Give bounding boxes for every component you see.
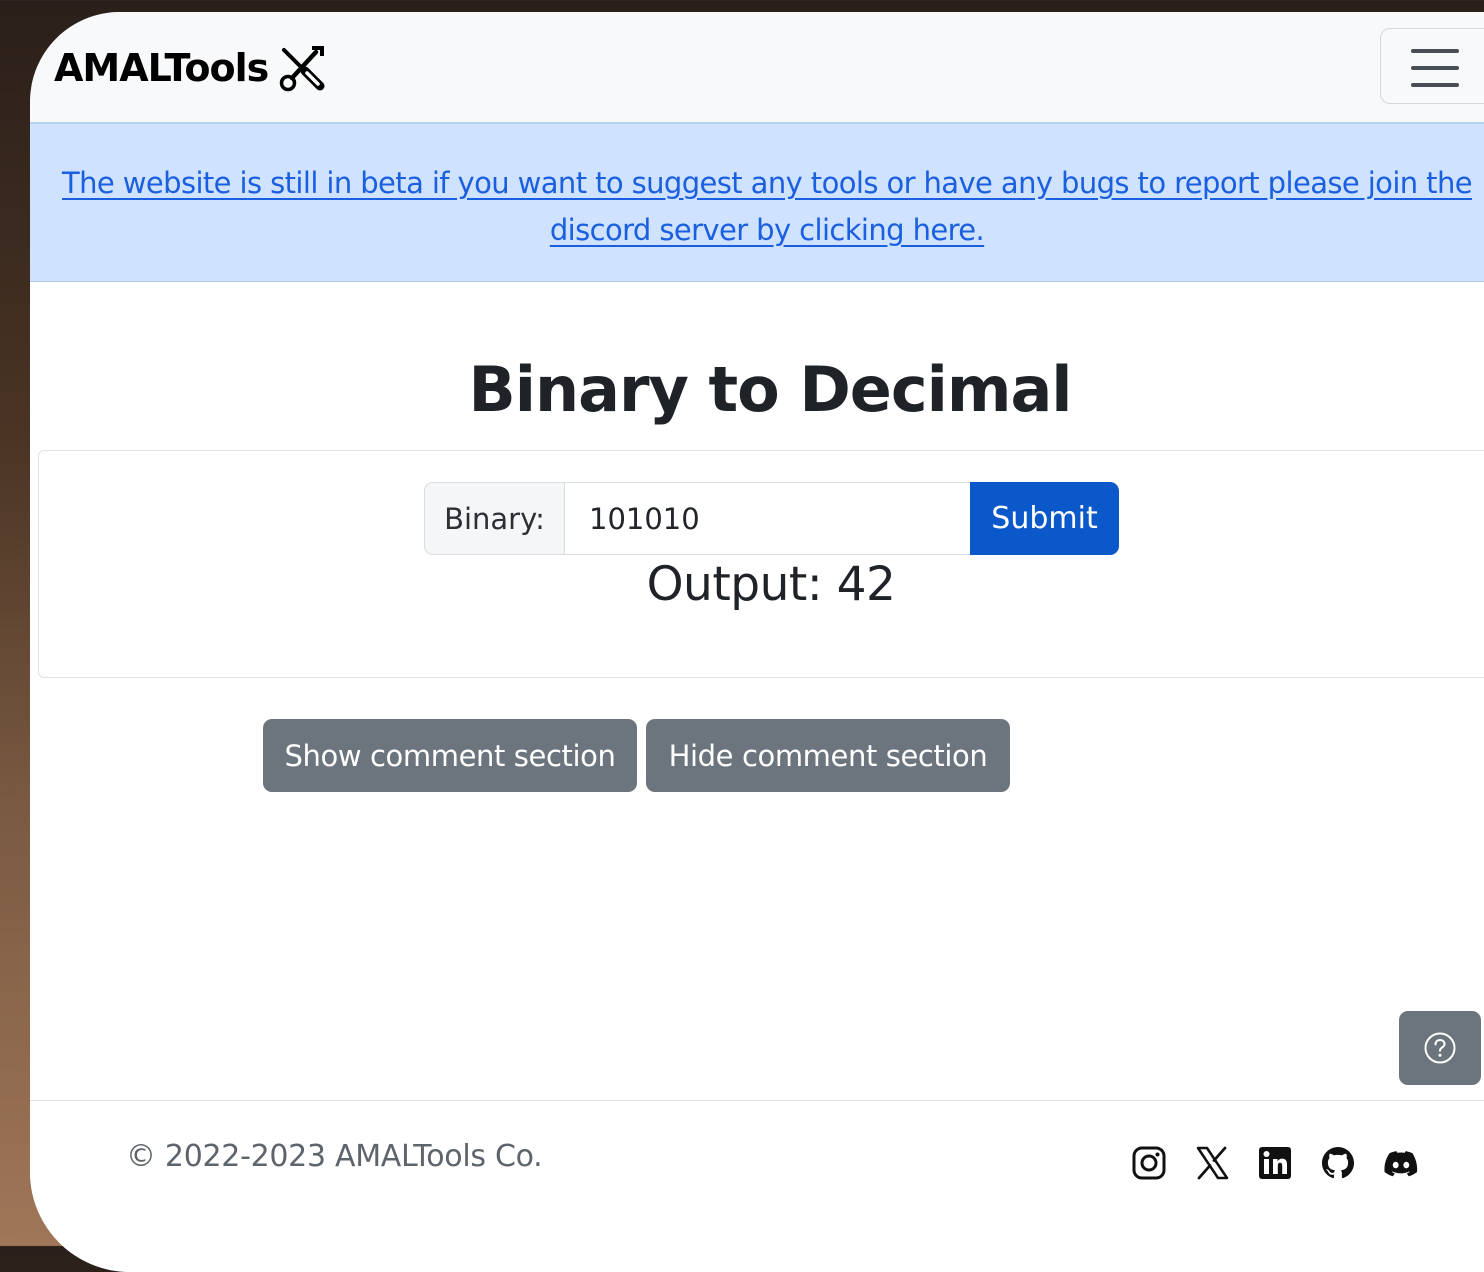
hamburger-icon-bar [1411, 83, 1459, 87]
instagram-icon[interactable] [1131, 1145, 1167, 1181]
output-label: Output: [646, 557, 823, 612]
github-icon[interactable] [1320, 1145, 1356, 1181]
linkedin-icon[interactable] [1257, 1145, 1293, 1181]
brand-name: AMALTools [54, 46, 269, 90]
show-comment-section-button[interactable]: Show comment section [263, 719, 637, 792]
browser-window: AMALTools The website is still in beta i… [30, 12, 1484, 1272]
hide-comment-section-button[interactable]: Hide comment section [646, 719, 1010, 792]
discord-invite-link[interactable]: The website is still in beta if you want… [62, 166, 1473, 247]
hamburger-icon-bar [1411, 66, 1459, 70]
brand-link[interactable]: AMALTools [54, 42, 328, 94]
page-title: Binary to Decimal [468, 353, 1072, 426]
tools-icon [280, 46, 325, 92]
navbar: AMALTools [30, 12, 1484, 124]
copyright-text: © 2022-2023 AMALTools Co. [126, 1139, 543, 1174]
converter-card: Binary: Submit Output: 42 [38, 450, 1484, 678]
discord-icon[interactable] [1383, 1145, 1419, 1181]
submit-button[interactable]: Submit [970, 482, 1119, 555]
question-circle-icon [1424, 1032, 1456, 1064]
hamburger-icon [1411, 49, 1459, 53]
x-icon[interactable] [1194, 1145, 1230, 1181]
beta-alert-banner: The website is still in beta if you want… [30, 124, 1484, 282]
navbar-toggler-button[interactable] [1380, 28, 1484, 104]
output-value: 42 [836, 557, 896, 612]
binary-input-label: Binary: [424, 482, 565, 555]
binary-input[interactable] [565, 482, 970, 555]
help-button[interactable] [1399, 1011, 1481, 1085]
footer: © 2022-2023 AMALTools Co. [30, 1100, 1484, 1272]
binary-input-group: Binary: Submit [424, 482, 1119, 555]
output-display: Output: 42 [39, 557, 1484, 612]
